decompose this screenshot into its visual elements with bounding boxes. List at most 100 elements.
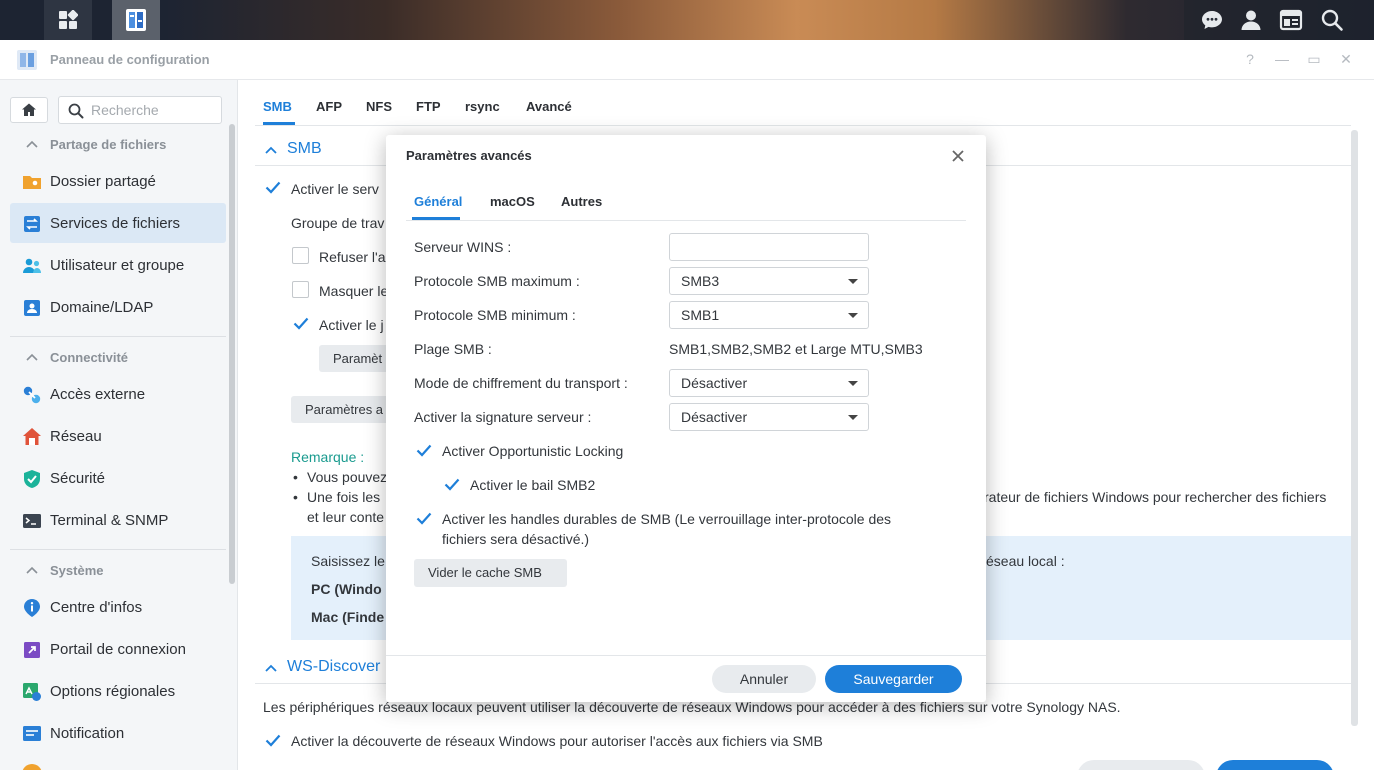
section-connectivity[interactable]: Connectivité <box>10 343 226 373</box>
search-input[interactable] <box>91 101 215 119</box>
wins-field[interactable] <box>669 233 869 261</box>
tab-advanced[interactable]: Avancé <box>526 99 572 114</box>
sidebar-item-file-services[interactable]: Services de fichiers <box>10 203 226 243</box>
sidebar-item-label: Utilisateur et groupe <box>50 257 185 274</box>
sidebar-item-network[interactable]: Réseau <box>10 416 226 456</box>
dialog-title: Paramètres avancés <box>406 148 532 163</box>
sidebar-item-label: Sécurité <box>50 470 106 487</box>
sidebar-item-external-access[interactable]: Accès externe <box>10 374 226 414</box>
tab-smb[interactable]: SMB <box>263 99 292 114</box>
cancel-button[interactable]: Annuler <box>712 665 816 693</box>
sidebar-item-security[interactable]: Sécurité <box>10 458 226 498</box>
control-panel-icon <box>17 50 37 70</box>
security-shield-icon <box>24 470 40 488</box>
sidebar-item-label: Services de fichiers <box>50 215 181 232</box>
smb-max-select[interactable]: SMB3 <box>669 267 869 295</box>
maximize-button[interactable]: ▭ <box>1305 50 1323 68</box>
home-button[interactable] <box>10 97 48 123</box>
tab-general[interactable]: Général <box>414 194 462 209</box>
help-button[interactable]: ? <box>1241 50 1259 68</box>
search-icon[interactable] <box>1320 8 1344 32</box>
widgets-icon[interactable] <box>1279 8 1303 32</box>
close-icon[interactable] <box>948 146 968 166</box>
user-icon[interactable] <box>1239 8 1263 32</box>
signing-label: Activer la signature serveur : <box>414 409 592 425</box>
file-services-icon <box>24 216 40 232</box>
enable-ws-discovery-checkbox[interactable] <box>264 732 281 749</box>
terminal-icon <box>23 514 41 528</box>
advanced-settings-button[interactable]: Paramètres a <box>291 396 401 423</box>
main-menu-button[interactable] <box>44 0 92 40</box>
reset-button-partial[interactable] <box>1077 760 1205 770</box>
sidebar-item-info-center[interactable]: Centre d'infos <box>10 587 226 627</box>
smb-min-select[interactable]: SMB1 <box>669 301 869 329</box>
chevron-up-icon <box>26 353 38 361</box>
chevron-up-icon <box>265 146 277 154</box>
tab-afp[interactable]: AFP <box>316 99 342 114</box>
refuse-label: Refuser l'a <box>319 249 386 265</box>
tab-nfs[interactable]: NFS <box>366 99 392 114</box>
login-portal-icon <box>24 642 40 658</box>
sidebar-item-label: Réseau <box>50 428 102 445</box>
info-pc-label: PC (Windo <box>311 581 382 597</box>
tab-ftp[interactable]: FTP <box>416 99 441 114</box>
dialog-tabs: Général macOS Autres <box>406 183 966 221</box>
chat-icon[interactable] <box>1200 8 1224 32</box>
sidebar-scrollbar[interactable] <box>229 124 235 584</box>
apply-button-partial[interactable] <box>1216 760 1334 770</box>
bullet-dot: • <box>293 469 298 485</box>
network-icon <box>23 428 41 445</box>
smb-max-label: Protocole SMB maximum : <box>414 273 580 289</box>
sidebar-item-notification[interactable]: Notification <box>10 713 226 753</box>
section-system[interactable]: Système <box>10 556 226 586</box>
users-icon <box>23 258 41 273</box>
smb-range-value: SMB1,SMB2,SMB2 et Large MTU,SMB3 <box>669 341 923 357</box>
grid-icon <box>59 10 78 29</box>
partial-icon <box>22 764 42 770</box>
encryption-select[interactable]: Désactiver <box>669 369 869 397</box>
control-panel-taskbar-button[interactable] <box>112 0 160 40</box>
sidebar-item-terminal[interactable]: Terminal & SNMP <box>10 500 226 540</box>
oplock-checkbox[interactable] <box>415 442 432 459</box>
section-title: WS-Discover <box>287 658 381 675</box>
sidebar-item-users[interactable]: Utilisateur et groupe <box>10 245 226 285</box>
info-center-icon <box>24 599 40 617</box>
smb-min-label: Protocole SMB minimum : <box>414 307 576 323</box>
section-label: Partage de fichiers <box>50 137 167 152</box>
taskbar-tray <box>1184 0 1374 40</box>
sidebar-divider <box>10 336 226 337</box>
tab-macos[interactable]: macOS <box>490 194 535 209</box>
refuse-checkbox[interactable] <box>292 247 309 264</box>
durable-handles-checkbox[interactable] <box>415 510 432 527</box>
main-scrollbar[interactable] <box>1351 130 1358 726</box>
smb2-lease-checkbox[interactable] <box>443 476 460 493</box>
enable-ws-discovery-label: Activer la découverte de réseaux Windows… <box>291 733 823 749</box>
signing-select[interactable]: Désactiver <box>669 403 869 431</box>
save-button[interactable]: Sauvegarder <box>825 665 962 693</box>
close-window-button[interactable]: ✕ <box>1337 50 1355 68</box>
sidebar-item-login-portal[interactable]: Portail de connexion <box>10 629 226 669</box>
window-titlebar: Panneau de configuration ? — ▭ ✕ <box>0 40 1374 80</box>
hide-checkbox[interactable] <box>292 281 309 298</box>
enable-log-label: Activer le j <box>319 317 384 333</box>
durable-handles-label-2: fichiers sera désactivé.) <box>442 531 590 547</box>
section-file-sharing[interactable]: Partage de fichiers <box>10 130 226 160</box>
section-label: Connectivité <box>50 350 129 365</box>
encryption-value: Désactiver <box>681 375 748 391</box>
chevron-up-icon <box>26 566 38 574</box>
sidebar-item-regional-options[interactable]: Options régionales <box>10 671 226 711</box>
check-icon <box>416 512 432 525</box>
clear-smb-cache-button[interactable]: Vider le cache SMB <box>414 559 567 587</box>
workgroup-label: Groupe de trav <box>291 215 385 231</box>
minimize-button[interactable]: — <box>1273 50 1291 68</box>
section-label: Système <box>50 563 104 578</box>
enable-smb-checkbox[interactable] <box>264 179 281 196</box>
sidebar-item-domain[interactable]: Domaine/LDAP <box>10 287 226 327</box>
tab-others[interactable]: Autres <box>561 194 602 209</box>
sidebar-search[interactable] <box>58 96 222 124</box>
advanced-settings-dialog: Paramètres avancés Général macOS Autres … <box>386 135 986 702</box>
enable-log-checkbox[interactable] <box>292 315 309 332</box>
tab-rsync[interactable]: rsync <box>465 99 500 114</box>
sidebar-item-shared-folder[interactable]: Dossier partagé <box>10 161 226 201</box>
sidebar-item-label: Centre d'infos <box>50 599 143 616</box>
